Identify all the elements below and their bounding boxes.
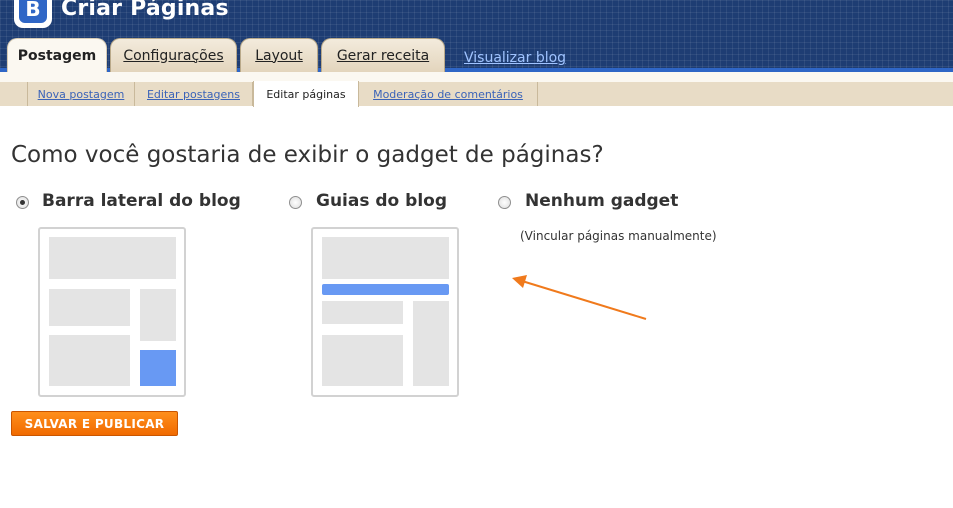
logo-letter: B bbox=[19, 0, 47, 23]
preview-header-block bbox=[322, 237, 449, 279]
subtab-nova-postagem[interactable]: Nova postagem bbox=[27, 82, 135, 106]
option-note: (Vincular páginas manualmente) bbox=[520, 229, 717, 243]
blogger-logo-icon[interactable]: B bbox=[14, 0, 52, 28]
question-heading: Como você gostaria de exibir o gadget de… bbox=[11, 142, 604, 168]
view-blog-link[interactable]: Visualizar blog bbox=[464, 50, 566, 66]
radio-barra-lateral[interactable] bbox=[16, 196, 29, 209]
subtab-moderacao-comentarios[interactable]: Moderação de comentários bbox=[359, 82, 538, 106]
tab-gerar-receita[interactable]: Gerar receita bbox=[321, 38, 445, 72]
page-title: Criar Páginas bbox=[61, 0, 229, 21]
option-label-nenhum-gadget[interactable]: Nenhum gadget bbox=[525, 191, 678, 211]
preview-content-block bbox=[322, 335, 403, 386]
sidebar-layout-preview[interactable] bbox=[38, 227, 186, 397]
preview-pages-gadget-block bbox=[140, 350, 176, 386]
preview-content-block bbox=[49, 335, 130, 386]
preview-header-block bbox=[49, 237, 176, 279]
preview-content-block bbox=[322, 301, 403, 324]
tab-postagem[interactable]: Postagem bbox=[7, 38, 107, 73]
preview-sidebar-block bbox=[140, 289, 176, 341]
tabs-layout-preview[interactable] bbox=[311, 227, 459, 397]
radio-guias[interactable] bbox=[289, 196, 302, 209]
option-label-barra-lateral[interactable]: Barra lateral do blog bbox=[42, 191, 241, 211]
option-label-guias[interactable]: Guias do blog bbox=[316, 191, 447, 211]
tab-configuracoes[interactable]: Configurações bbox=[110, 38, 237, 72]
radio-nenhum-gadget[interactable] bbox=[498, 196, 511, 209]
preview-content-block bbox=[49, 289, 130, 326]
preview-sidebar-block bbox=[413, 301, 449, 386]
save-publish-button[interactable]: SALVAR E PUBLICAR bbox=[11, 411, 178, 436]
subtab-editar-postagens[interactable]: Editar postagens bbox=[135, 82, 253, 106]
tab-layout[interactable]: Layout bbox=[240, 38, 318, 72]
preview-pages-tabs-bar bbox=[322, 284, 449, 295]
subtab-editar-paginas[interactable]: Editar páginas bbox=[253, 81, 359, 107]
